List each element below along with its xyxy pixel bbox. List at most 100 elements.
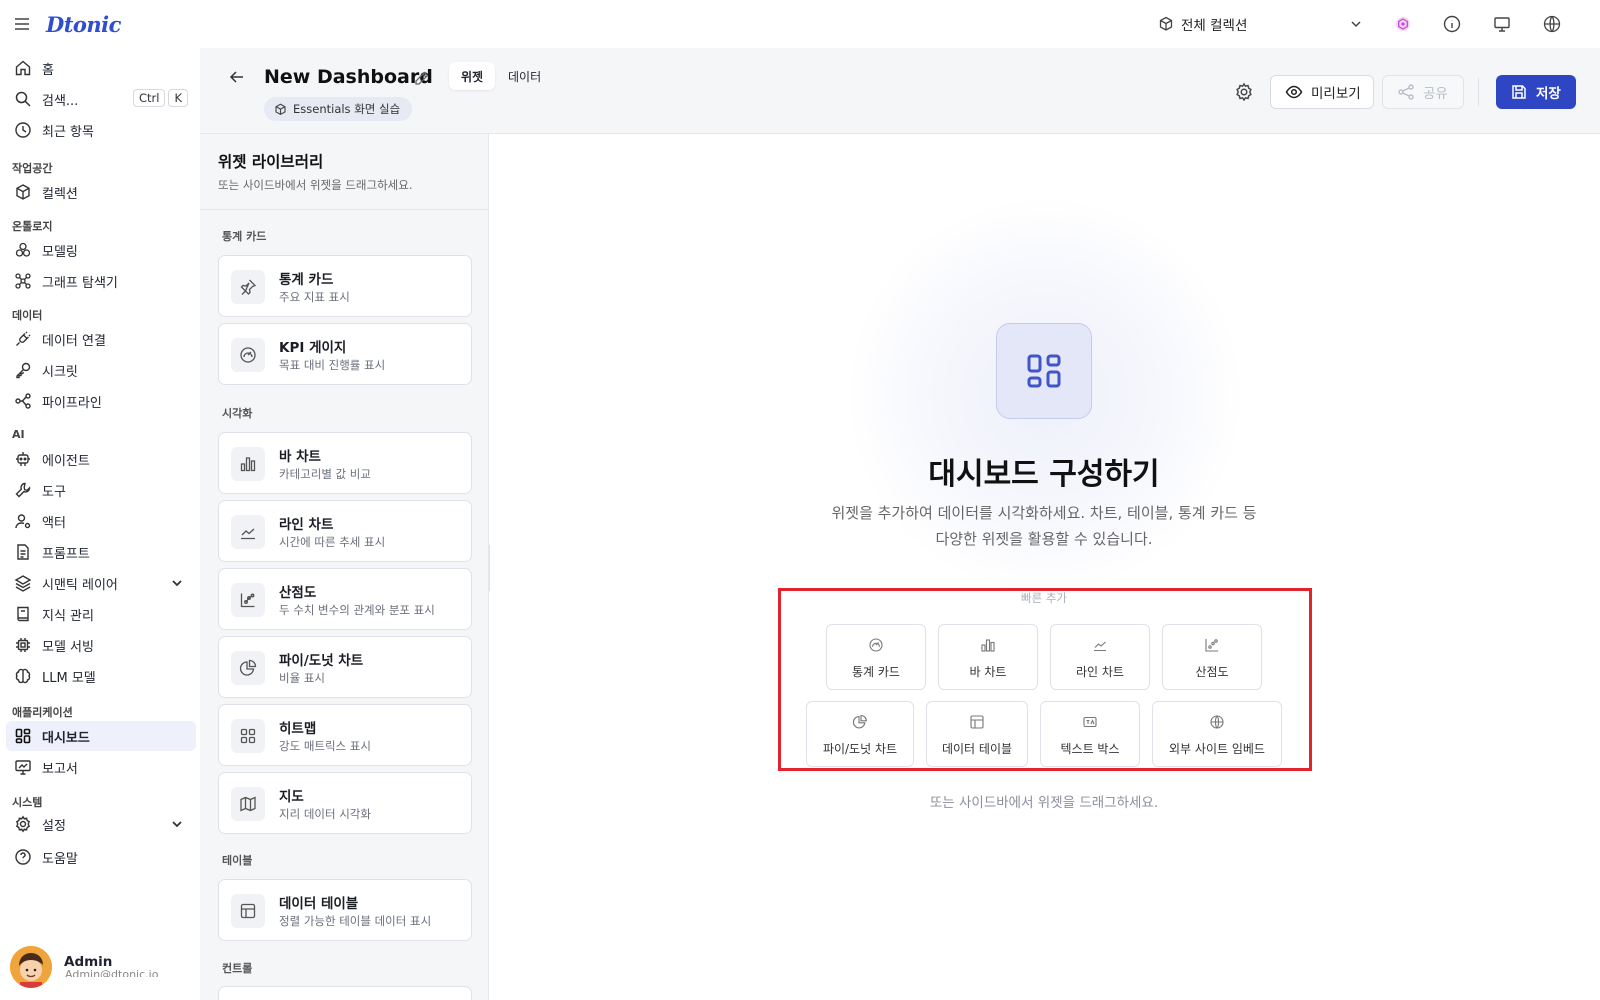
- widget-card-scatter[interactable]: 산점도 두 수치 변수의 관계와 분포 표시: [218, 568, 472, 630]
- sidebar-item-pipeline[interactable]: 파이프라인: [6, 386, 196, 416]
- sidebar-item-report[interactable]: 보고서: [6, 752, 196, 782]
- sidebar-item-help[interactable]: 도움말: [6, 842, 196, 872]
- sidebar-item-knowledge[interactable]: 지식 관리: [6, 599, 196, 629]
- sidebar-item-tools[interactable]: 도구: [6, 475, 196, 505]
- quick-add-line-chart[interactable]: 라인 차트: [1050, 624, 1150, 690]
- library-title: 위젯 라이브러리: [218, 153, 324, 171]
- save-button[interactable]: 저장: [1496, 75, 1576, 109]
- widget-name: 바 차트: [279, 449, 321, 465]
- user-gear-icon: [15, 514, 31, 529]
- quick-add-text: 외부 사이트 임베드: [1169, 742, 1265, 756]
- sidebar-item-search[interactable]: 검색... Ctrl K: [6, 84, 196, 114]
- bar-chart-icon: [981, 639, 995, 652]
- quick-add-bar-chart[interactable]: 바 차트: [938, 624, 1038, 690]
- tab-data[interactable]: 데이터: [496, 62, 553, 90]
- sidebar-item-llm-model[interactable]: LLM 모델: [6, 661, 196, 691]
- sidebar-item-secrets[interactable]: 시크릿: [6, 355, 196, 385]
- modeling-icon: [15, 242, 31, 257]
- cube-icon: [16, 184, 30, 200]
- quick-add-pie-chart[interactable]: 파이/도넛 차트: [806, 701, 914, 767]
- sidebar-item-actor[interactable]: 액터: [6, 506, 196, 536]
- widget-card-control[interactable]: [218, 986, 472, 1000]
- canvas-description: 위젯을 추가하여 데이터를 시각화하세요. 차트, 테이블, 통계 카드 등 다…: [800, 500, 1288, 552]
- ai-badge-icon[interactable]: [1393, 14, 1413, 34]
- sidebar-item-home[interactable]: 홈: [6, 53, 196, 83]
- wrench-icon: [15, 482, 31, 498]
- quick-add-text: 바 차트: [969, 665, 1007, 679]
- plug-icon: [16, 331, 31, 346]
- scatter-icon: [231, 583, 265, 617]
- share-button[interactable]: 공유: [1382, 75, 1464, 109]
- quick-add-scatter[interactable]: 산점도: [1162, 624, 1262, 690]
- sidebar-item-semantic-layer[interactable]: 시맨틱 레이어: [6, 568, 196, 598]
- pencil-icon[interactable]: [414, 70, 430, 86]
- sidebar-item-modeling[interactable]: 모델링: [6, 235, 196, 265]
- preview-button[interactable]: 미리보기: [1270, 75, 1374, 109]
- sidebar-item-model-serving[interactable]: 모델 서빙: [6, 630, 196, 660]
- tab-widget[interactable]: 위젯: [449, 62, 496, 90]
- divider: [200, 209, 488, 210]
- menu-icon[interactable]: [12, 14, 32, 34]
- sidebar-item-recent[interactable]: 최근 항목: [6, 115, 196, 145]
- globe-icon[interactable]: [1542, 14, 1562, 34]
- eye-icon: [1285, 85, 1303, 99]
- sidebar-item-data-connection[interactable]: 데이터 연결: [6, 324, 196, 354]
- quick-add-text: 통계 카드: [852, 665, 900, 679]
- info-icon[interactable]: [1442, 14, 1462, 34]
- sidebar-item-label: 도구: [42, 484, 66, 500]
- back-arrow-icon[interactable]: [228, 68, 246, 86]
- widget-desc: 목표 대비 진행률 표시: [279, 358, 386, 372]
- user-profile[interactable]: Admin Admin@dtonic.io: [10, 946, 158, 988]
- widget-card-map[interactable]: 지도 지리 데이터 시각화: [218, 772, 472, 834]
- section-ontology: 온톨로지: [12, 220, 53, 233]
- sidebar-item-collections[interactable]: 컬렉션: [6, 177, 196, 207]
- globe-icon: [1210, 715, 1224, 729]
- avatar: [10, 946, 52, 988]
- quick-add-embed[interactable]: 외부 사이트 임베드: [1152, 701, 1282, 767]
- sidebar-item-settings[interactable]: 설정: [6, 809, 196, 839]
- gear-icon[interactable]: [1234, 82, 1254, 102]
- sidebar-item-label: 보고서: [42, 761, 78, 777]
- widget-card-heatmap[interactable]: 히트맵 강도 매트릭스 표시: [218, 704, 472, 766]
- widget-desc: 비율 표시: [279, 671, 325, 685]
- collection-selector[interactable]: 전체 컬렉션: [1158, 10, 1364, 38]
- quick-add-text: 산점도: [1195, 665, 1229, 679]
- sidebar-item-dashboard[interactable]: 대시보드: [6, 721, 196, 751]
- sidebar-item-label: 도움말: [42, 851, 78, 867]
- sidebar-item-prompt[interactable]: 프롬프트: [6, 537, 196, 567]
- collection-chip[interactable]: Essentials 화면 실습: [264, 97, 413, 121]
- sidebar-item-label: 그래프 탐색기: [42, 275, 118, 291]
- sidebar-item-graph-explorer[interactable]: 그래프 탐색기: [6, 266, 196, 296]
- sidebar-item-label: 시크릿: [42, 364, 78, 380]
- description-line: 다양한 위젯을 활용할 수 있습니다.: [935, 530, 1153, 548]
- section-table: 테이블: [222, 854, 253, 867]
- library-subtitle: 또는 사이드바에서 위젯을 드래그하세요.: [218, 178, 413, 192]
- quick-add-data-table[interactable]: 데이터 테이블: [926, 701, 1028, 767]
- table-icon: [231, 894, 265, 928]
- cube-icon: [1159, 16, 1173, 31]
- kbd-k: K: [168, 89, 188, 107]
- line-chart-icon: [231, 515, 265, 549]
- widget-card-line-chart[interactable]: 라인 차트 시간에 따른 추세 표시: [218, 500, 472, 562]
- widget-card-stat[interactable]: 통계 카드 주요 지표 표시: [218, 255, 472, 317]
- widget-card-pie-chart[interactable]: 파이/도넛 차트 비율 표시: [218, 636, 472, 698]
- widget-desc: 지리 데이터 시각화: [279, 807, 371, 821]
- app-logo[interactable]: Dtonic: [46, 12, 121, 37]
- sidebar-item-agent[interactable]: 에이전트: [6, 444, 196, 474]
- quick-add-stat-card[interactable]: 통계 카드: [826, 624, 926, 690]
- quick-add-text-box[interactable]: 텍스트 박스: [1040, 701, 1140, 767]
- widget-card-data-table[interactable]: 데이터 테이블 정렬 가능한 테이블 데이터 표시: [218, 879, 472, 941]
- sidebar-item-label: 액터: [42, 515, 66, 531]
- sidebar-item-label: 데이터 연결: [42, 333, 106, 349]
- monitor-icon[interactable]: [1492, 14, 1512, 34]
- pipeline-icon: [15, 393, 31, 409]
- section-data: 데이터: [12, 309, 43, 322]
- widget-card-kpi-gauge[interactable]: KPI 게이지 목표 대비 진행률 표시: [218, 323, 472, 385]
- sidebar-item-label: 파이프라인: [42, 395, 102, 411]
- widget-card-bar-chart[interactable]: 바 차트 카테고리별 값 비교: [218, 432, 472, 494]
- widget-desc: 주요 지표 표시: [279, 290, 350, 304]
- chevron-down-icon: [172, 821, 182, 828]
- top-bar: Dtonic 전체 컬렉션: [0, 0, 1600, 48]
- widget-name: 파이/도넛 차트: [279, 653, 364, 669]
- sidebar-item-label: 대시보드: [42, 730, 90, 746]
